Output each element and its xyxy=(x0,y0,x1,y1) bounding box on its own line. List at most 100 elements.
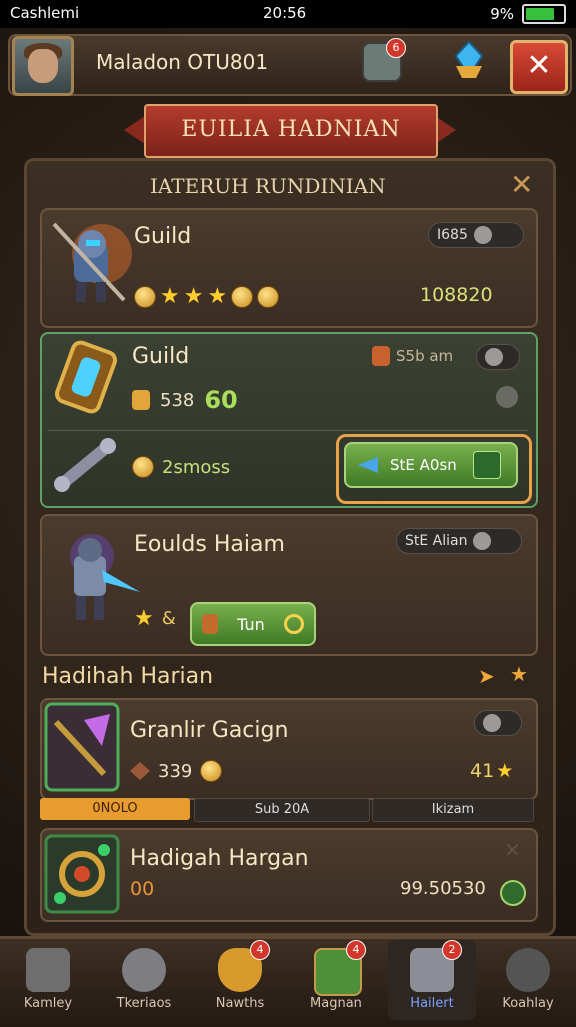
sword-icon xyxy=(44,702,120,792)
card-title: Guild xyxy=(134,224,192,249)
star-icon: ★ xyxy=(134,606,154,631)
cost-highlight: 60 xyxy=(204,386,238,414)
card-title: Eoulds Haiam xyxy=(134,532,285,557)
screen-banner-title: EUILIA HADNIAN xyxy=(144,104,438,158)
shield-icon xyxy=(201,614,218,634)
nav-label: Nawths xyxy=(215,996,265,1011)
knight-icon xyxy=(70,534,140,620)
card-value: 108820 xyxy=(420,284,493,306)
star-icon: ★ xyxy=(160,284,180,309)
cost-row: 538 60 xyxy=(132,386,238,414)
hero-action-label: Tun xyxy=(237,614,265,634)
reward-row: ★ ★ ★ xyxy=(134,284,280,309)
star-icon: ★ xyxy=(183,284,204,309)
star-icon: ★ xyxy=(496,760,514,782)
mirror-icon xyxy=(54,340,118,414)
swirl-icon xyxy=(500,880,526,906)
avatar[interactable] xyxy=(12,36,74,96)
nav-badge: 4 xyxy=(346,940,366,960)
nav-item-koahlay[interactable]: Koahlay xyxy=(484,940,572,1020)
card-time: S5b am xyxy=(372,346,453,366)
shield-icon xyxy=(372,346,390,366)
coin-icon xyxy=(257,285,280,308)
link-icon: & xyxy=(161,608,176,629)
card-chip: I685 xyxy=(428,222,524,248)
chip-label: StE Alian xyxy=(405,533,468,549)
ring-icon xyxy=(284,614,305,634)
daily-reward: 99.50530 xyxy=(400,878,486,899)
daily-cost: 00 xyxy=(130,878,155,900)
reward-row: 2smoss xyxy=(132,456,230,478)
divider xyxy=(48,430,528,431)
star-icon: ★ xyxy=(207,284,228,309)
nav-label: Hailert xyxy=(410,996,454,1011)
reward-value: 2smoss xyxy=(162,456,231,478)
nav-badge: 4 xyxy=(250,940,270,960)
close-icon[interactable]: ✕ xyxy=(504,838,521,862)
info-icon xyxy=(473,532,492,550)
currency-badge: 6 xyxy=(386,38,406,58)
panel-close-icon[interactable]: ✕ xyxy=(510,168,533,201)
panel-title: IATERUH RUNDINIAN xyxy=(150,174,386,198)
arrow-icon: ➤ xyxy=(478,664,495,688)
daily-cost-row: 339 xyxy=(130,760,223,782)
section-title: Hadihah Harian xyxy=(42,664,214,689)
info-chip[interactable] xyxy=(476,344,520,370)
swirl-icon xyxy=(496,386,518,408)
settings-icon xyxy=(506,948,550,992)
cost-value: 538 xyxy=(160,389,195,411)
daily-reward: 41 ★ xyxy=(470,760,513,782)
carrier-label: Cashlemi xyxy=(10,4,80,22)
hero-action-button[interactable]: Tun xyxy=(190,602,316,646)
warrior-icon xyxy=(52,222,132,302)
nav-item-tkeriaos[interactable]: Tkeriaos xyxy=(100,940,188,1020)
hero-reward: ★ & xyxy=(134,606,176,631)
action-label: StE A0sn xyxy=(390,456,457,474)
info-chip[interactable] xyxy=(474,710,522,736)
player-name: Maladon OTU801 xyxy=(96,50,269,74)
chip-label: I685 xyxy=(437,227,468,243)
action-button[interactable]: StE A0sn xyxy=(344,442,518,488)
nav-item-kamley[interactable]: Kamley xyxy=(4,940,92,1020)
time-label: S5b am xyxy=(396,347,454,365)
gold-icon xyxy=(132,390,150,410)
daily-cost: 339 xyxy=(158,760,193,782)
coin-icon xyxy=(231,285,254,308)
daily-title: Granlir Gacign xyxy=(130,718,289,743)
progress-tab-active[interactable]: 0NOLO xyxy=(40,798,190,820)
arrow-icon xyxy=(358,457,378,473)
nav-label: Magnan xyxy=(310,996,362,1011)
card-chip: StE Alian xyxy=(396,528,522,554)
info-icon xyxy=(473,226,492,244)
coin-icon xyxy=(134,285,156,308)
nav-item-nawths[interactable]: 4 Nawths xyxy=(196,940,284,1020)
clock-label: 20:56 xyxy=(263,4,307,22)
coin-icon xyxy=(132,456,154,478)
gem-icon[interactable] xyxy=(452,40,486,80)
star-icon: ★ xyxy=(510,662,528,686)
card-title: Guild xyxy=(132,344,190,369)
battery-percent: 9% xyxy=(490,5,514,23)
nav-item-magnan[interactable]: 4 Magnan xyxy=(292,940,380,1020)
nav-item-hailert[interactable]: 2 Hailert xyxy=(388,940,476,1020)
nav-badge: 2 xyxy=(442,940,462,960)
plus-icon xyxy=(472,451,501,479)
status-right: 9% xyxy=(490,4,566,24)
close-button[interactable]: ✕ xyxy=(510,40,568,94)
nav-label: Kamley xyxy=(23,996,73,1011)
nav-label: Tkeriaos xyxy=(116,996,172,1011)
amulet-icon xyxy=(44,834,120,914)
shield-icon xyxy=(122,948,166,992)
nav-label: Koahlay xyxy=(502,996,554,1011)
status-bar: Cashlemi 20:56 9% xyxy=(0,0,576,28)
info-icon xyxy=(485,348,503,366)
progress-tab[interactable]: Ikizam xyxy=(372,798,534,822)
daily-title: Hadigah Hargan xyxy=(130,846,309,871)
top-bar xyxy=(8,34,572,96)
info-icon xyxy=(483,714,501,732)
coin-icon xyxy=(200,760,223,782)
gem-icon xyxy=(130,762,150,780)
sword-icon xyxy=(26,948,70,992)
progress-tab[interactable]: Sub 20A xyxy=(194,798,370,822)
daily-reward-value: 41 xyxy=(470,760,495,782)
